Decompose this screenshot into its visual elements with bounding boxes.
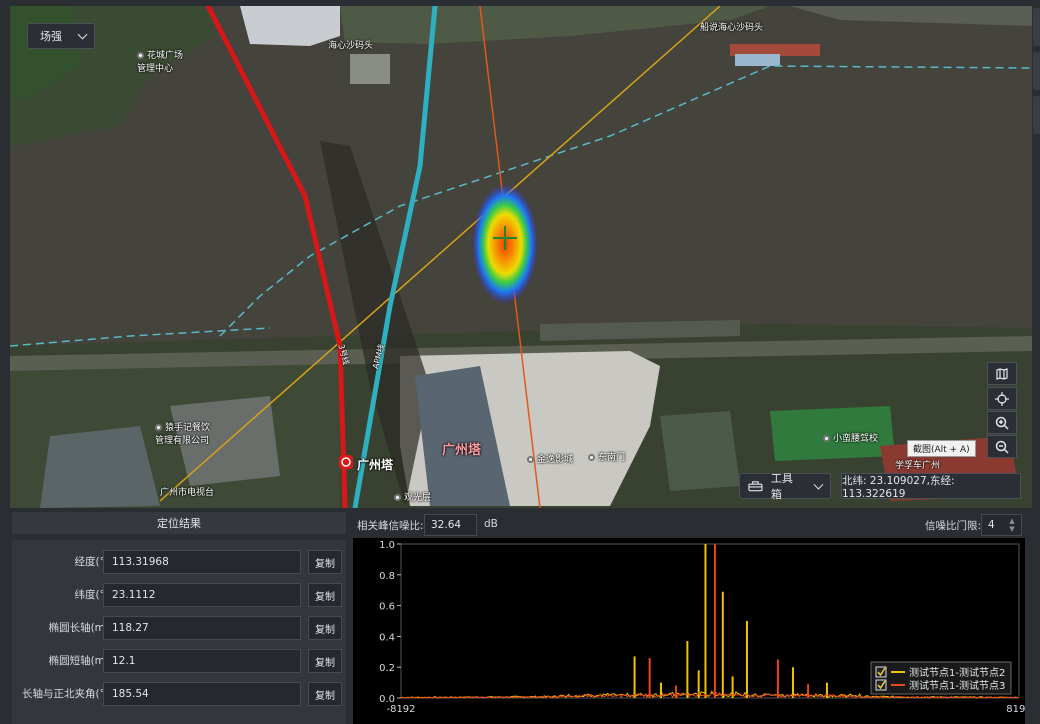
y-tick-label: 0.2 bbox=[379, 663, 395, 674]
toolbox-label: 工具箱 bbox=[770, 472, 793, 501]
spin-arrows-icon[interactable]: ▲ ▼ bbox=[1007, 517, 1017, 533]
satellite-map[interactable]: 花城广场 管理中心 海心沙码头 船说海心沙码头 猿手记餐饮 管理有限公司 广州市电视… bbox=[10, 6, 1032, 508]
snr-label: 相关峰信噪比: bbox=[357, 520, 424, 532]
zoom-in-icon bbox=[995, 416, 1009, 430]
x-tick-label: 8192 bbox=[1006, 704, 1025, 715]
mode-select-value: 场强 bbox=[40, 30, 62, 43]
result-row-axis-angle: 长轴与正北夹角(°) 185.54 复制 bbox=[12, 682, 346, 706]
copy-major-axis-button[interactable]: 复制 bbox=[308, 616, 342, 640]
map-label-southeast-gate: 东南门 bbox=[588, 450, 625, 463]
zoom-out-icon bbox=[995, 440, 1009, 454]
legend-label: 测试节点1-测试节点3 bbox=[909, 679, 1005, 692]
x-tick-label: -8192 bbox=[386, 704, 415, 715]
map-label-xuefu-car: 学孚车广州 bbox=[895, 461, 941, 471]
toolbox-icon bbox=[748, 481, 763, 492]
right-panel-tab[interactable] bbox=[1033, 8, 1040, 46]
right-panel-tab[interactable] bbox=[1033, 96, 1040, 134]
result-row-longitude: 经度(°) 113.31968 复制 bbox=[12, 550, 346, 574]
result-row-major-axis: 椭圆长轴(m) 118.27 复制 bbox=[12, 616, 346, 640]
zoom-in-button[interactable] bbox=[987, 411, 1017, 434]
coordinate-readout: 北纬: 23.109027,东经: 113.322619 bbox=[841, 473, 1021, 500]
map-label-cinema: 金逸影城 bbox=[527, 452, 573, 465]
correlation-chart-svg: 0.00.20.40.60.81.0-81928192测试节点1-测试节点2测试… bbox=[379, 540, 1025, 715]
map-label-observation-deck: 观光层 bbox=[394, 490, 431, 503]
map-label-haixinsha-pier: 海心沙码头 bbox=[328, 41, 374, 51]
right-panel-tab[interactable] bbox=[1033, 52, 1040, 90]
locate-button[interactable] bbox=[987, 387, 1017, 410]
correlation-chart: 0.00.20.40.60.81.0-81928192测试节点1-测试节点2测试… bbox=[353, 538, 1025, 724]
snapshot-tooltip: 截图(Alt + A) bbox=[907, 440, 976, 457]
map-label-metro-station: 广州塔 bbox=[357, 458, 394, 472]
map-label-tv-station: 广州市电视台 bbox=[160, 488, 215, 498]
map-label-driving-school: 小蛮腰驾校 bbox=[823, 431, 878, 444]
major-axis-field[interactable]: 118.27 bbox=[103, 616, 301, 640]
latitude-field[interactable]: 23.1112 bbox=[103, 583, 301, 607]
snr-unit: dB bbox=[484, 518, 498, 530]
copy-longitude-button[interactable]: 复制 bbox=[308, 550, 342, 574]
result-row-latitude: 纬度(°) 23.1112 复制 bbox=[12, 583, 346, 607]
map-label-huacheng: 花城广场 管理中心 bbox=[137, 51, 184, 74]
y-tick-label: 0.4 bbox=[379, 632, 395, 643]
y-tick-label: 0.6 bbox=[379, 602, 395, 613]
result-row-minor-axis: 椭圆短轴(m) 12.1 复制 bbox=[12, 649, 346, 673]
axis-angle-field[interactable]: 185.54 bbox=[103, 682, 301, 706]
chevron-down-icon bbox=[77, 29, 88, 39]
threshold-label: 信噪比门限: bbox=[925, 520, 982, 532]
chevron-down-icon bbox=[813, 479, 824, 489]
y-tick-label: 0.8 bbox=[379, 571, 395, 582]
map-label-catering-company: 猿手记餐饮 管理有限公司 bbox=[155, 423, 211, 446]
result-panel-title: 定位结果 bbox=[12, 512, 346, 534]
legend-label: 测试节点1-测试节点2 bbox=[909, 666, 1005, 679]
y-tick-label: 1.0 bbox=[379, 540, 395, 551]
result-label: 椭圆长轴(m) bbox=[48, 622, 109, 634]
snr-field[interactable]: 32.64 bbox=[424, 514, 477, 536]
longitude-field[interactable]: 113.31968 bbox=[103, 550, 301, 574]
result-label: 长轴与正北夹角(°) bbox=[22, 688, 109, 700]
result-label: 椭圆短轴(m) bbox=[48, 655, 109, 667]
map-label-boat-pier: 船说海心沙码头 bbox=[700, 23, 764, 33]
map-label-canton-tower: 广州塔 bbox=[442, 443, 482, 458]
locate-icon bbox=[995, 391, 1009, 406]
map-layers-icon bbox=[996, 367, 1008, 380]
minor-axis-field[interactable]: 12.1 bbox=[103, 649, 301, 673]
map-layers-button[interactable] bbox=[987, 362, 1017, 385]
copy-minor-axis-button[interactable]: 复制 bbox=[308, 649, 342, 673]
copy-latitude-button[interactable]: 复制 bbox=[308, 583, 342, 607]
result-panel: 经度(°) 113.31968 复制 纬度(°) 23.1112 复制 椭圆长轴… bbox=[12, 540, 346, 724]
mode-select[interactable]: 场强 bbox=[27, 23, 95, 49]
zoom-out-button[interactable] bbox=[987, 435, 1017, 458]
toolbox-dropdown[interactable]: 工具箱 bbox=[739, 472, 831, 501]
copy-axis-angle-button[interactable]: 复制 bbox=[308, 682, 342, 706]
